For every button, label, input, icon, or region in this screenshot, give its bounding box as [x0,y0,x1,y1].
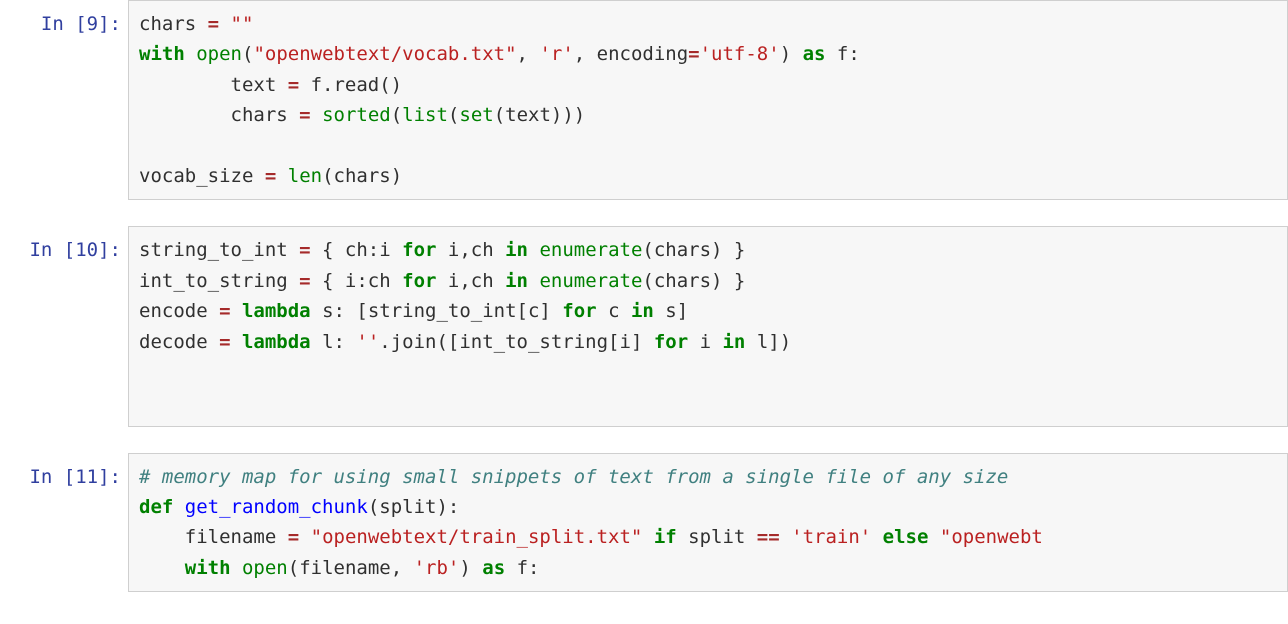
cell-input-area[interactable]: string_to_int = { ch:i for i,ch in enume… [128,226,1288,426]
code-cell[interactable]: In [10]:string_to_int = { ch:i for i,ch … [0,226,1288,426]
code-cell[interactable]: In [11]:# memory map for using small sni… [0,453,1288,593]
code-content[interactable]: # memory map for using small snippets of… [139,462,1277,584]
cell-input-area[interactable]: chars = "" with open("openwebtext/vocab.… [128,0,1288,200]
cell-input-area[interactable]: # memory map for using small snippets of… [128,453,1288,593]
cell-prompt: In [9]: [0,0,128,200]
cell-prompt: In [10]: [0,226,128,426]
code-cell[interactable]: In [9]:chars = "" with open("openwebtext… [0,0,1288,200]
code-content[interactable]: chars = "" with open("openwebtext/vocab.… [139,9,1277,191]
cell-prompt: In [11]: [0,453,128,593]
code-content[interactable]: string_to_int = { ch:i for i,ch in enume… [139,235,1277,417]
notebook: In [9]:chars = "" with open("openwebtext… [0,0,1288,592]
